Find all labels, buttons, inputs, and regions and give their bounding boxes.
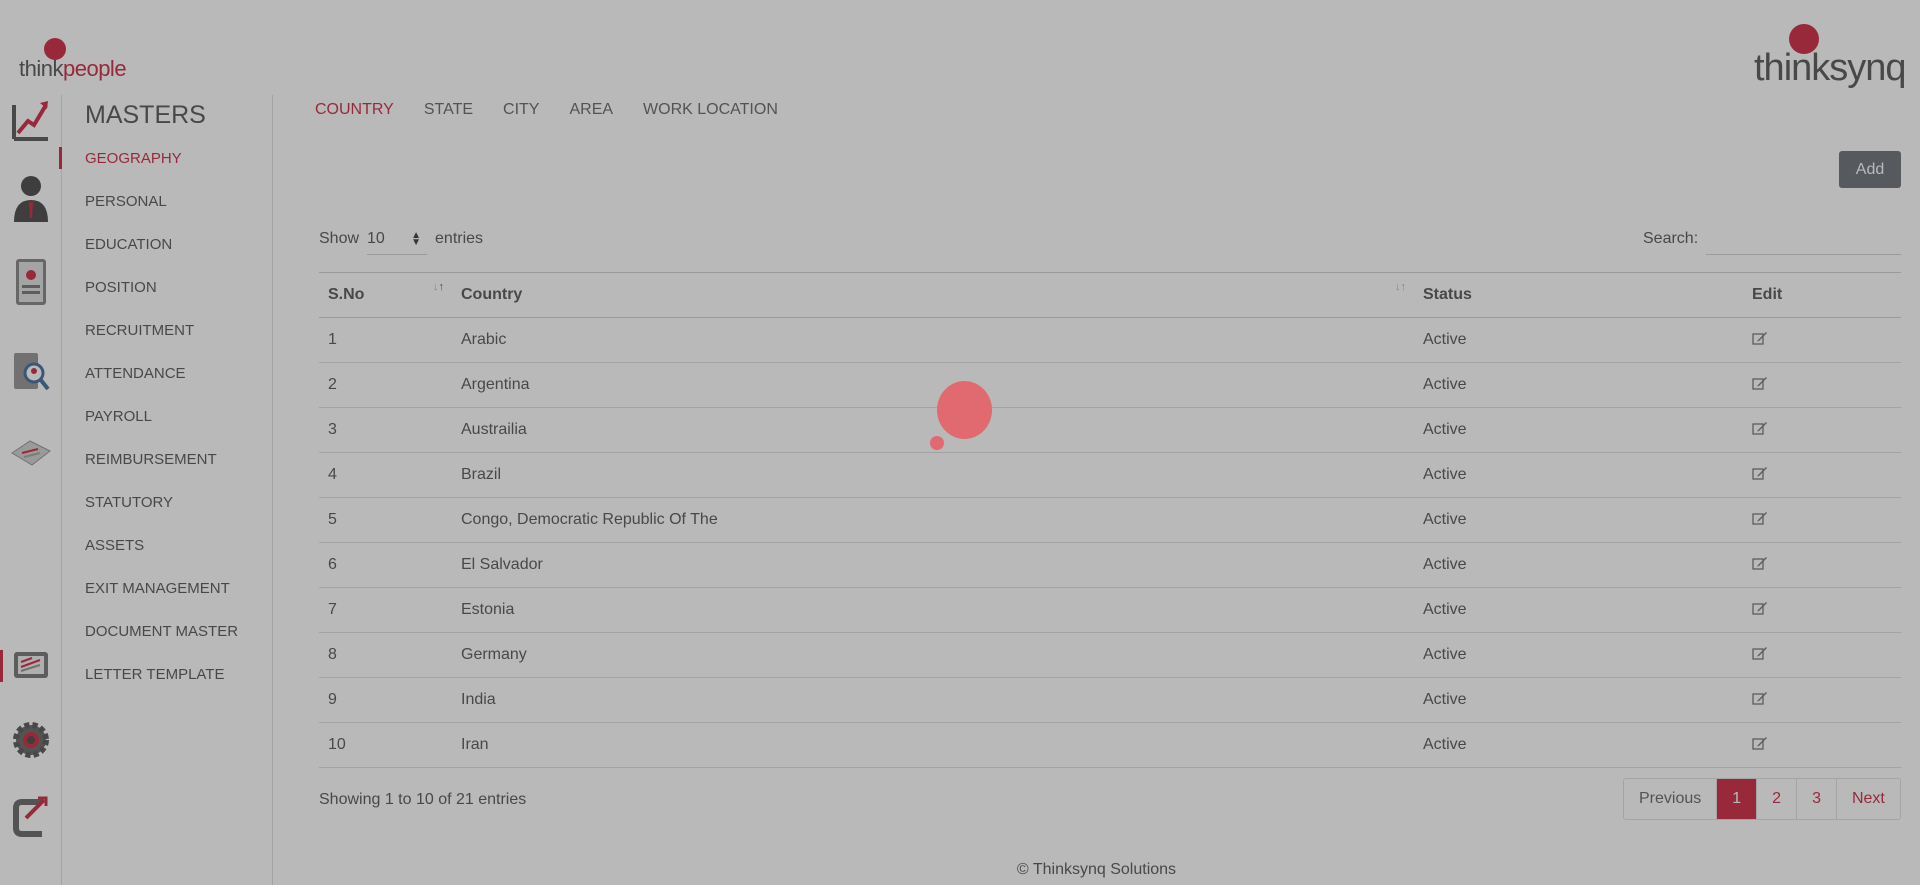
loading-overlay [0, 0, 1920, 885]
loading-spinner-large-dot [937, 381, 992, 439]
loading-spinner-small-dot [930, 436, 944, 450]
